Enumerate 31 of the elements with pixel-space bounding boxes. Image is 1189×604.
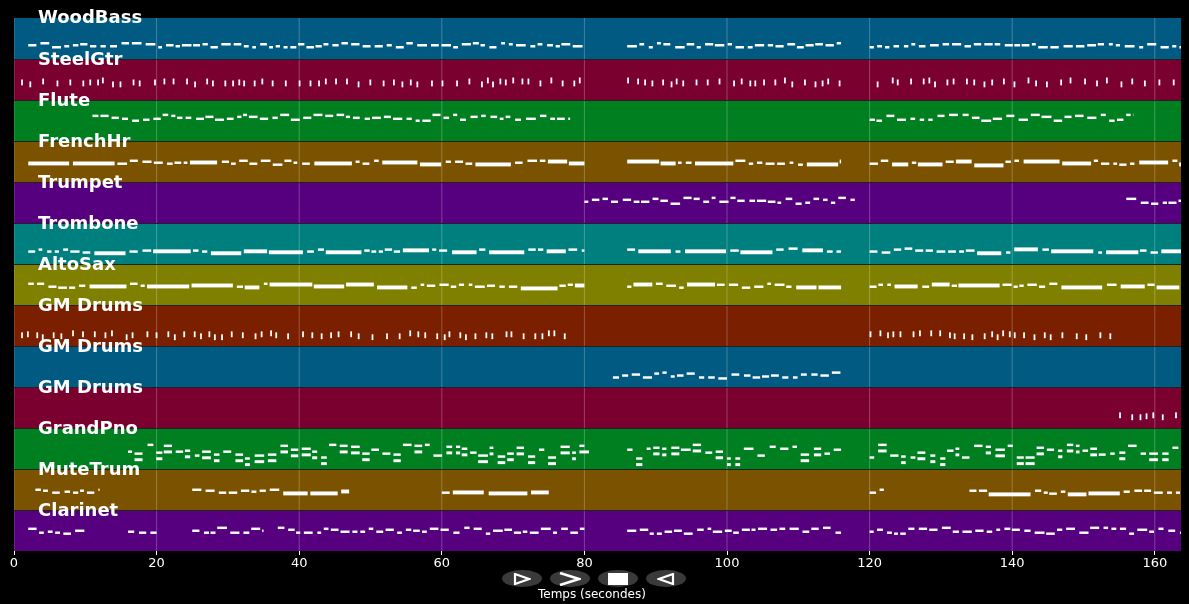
track-name: FrenchHr <box>38 131 131 151</box>
play-icon <box>513 572 531 585</box>
tick-label: 0 <box>9 556 19 570</box>
tick-label: 20 <box>148 556 165 570</box>
chevron-right-icon <box>559 571 581 586</box>
track-name: AltoSax <box>38 254 116 274</box>
tick-label: 60 <box>433 556 451 570</box>
track-name: WoodBass <box>38 7 143 27</box>
track-name: Trumpet <box>38 172 123 192</box>
playback-button[interactable] <box>550 570 590 587</box>
playback-button[interactable] <box>598 570 638 587</box>
tick-label: 80 <box>576 556 593 570</box>
track-name: Clarinet <box>38 500 119 520</box>
tick-label: 120 <box>857 556 882 570</box>
back-icon <box>657 572 675 585</box>
stop-icon <box>608 572 628 585</box>
track-name: GM Drums <box>38 336 144 356</box>
axis-label: Temps (secondes) <box>538 587 646 601</box>
track-name: MuteTrum <box>38 459 141 479</box>
playback-button[interactable] <box>502 570 542 587</box>
track-name: Trombone <box>38 213 139 233</box>
track-name: Flute <box>38 90 91 110</box>
track-name: GM Drums <box>38 377 144 397</box>
track-name: SteelGtr <box>38 49 123 69</box>
track-name: GM Drums <box>38 295 144 315</box>
tick-label: 40 <box>290 556 308 570</box>
playback-button[interactable] <box>646 570 686 587</box>
tick-label: 140 <box>999 556 1025 570</box>
track-name: GrandPno <box>38 418 138 438</box>
tick-label: 160 <box>1142 556 1168 570</box>
tick-label: 100 <box>714 556 740 570</box>
